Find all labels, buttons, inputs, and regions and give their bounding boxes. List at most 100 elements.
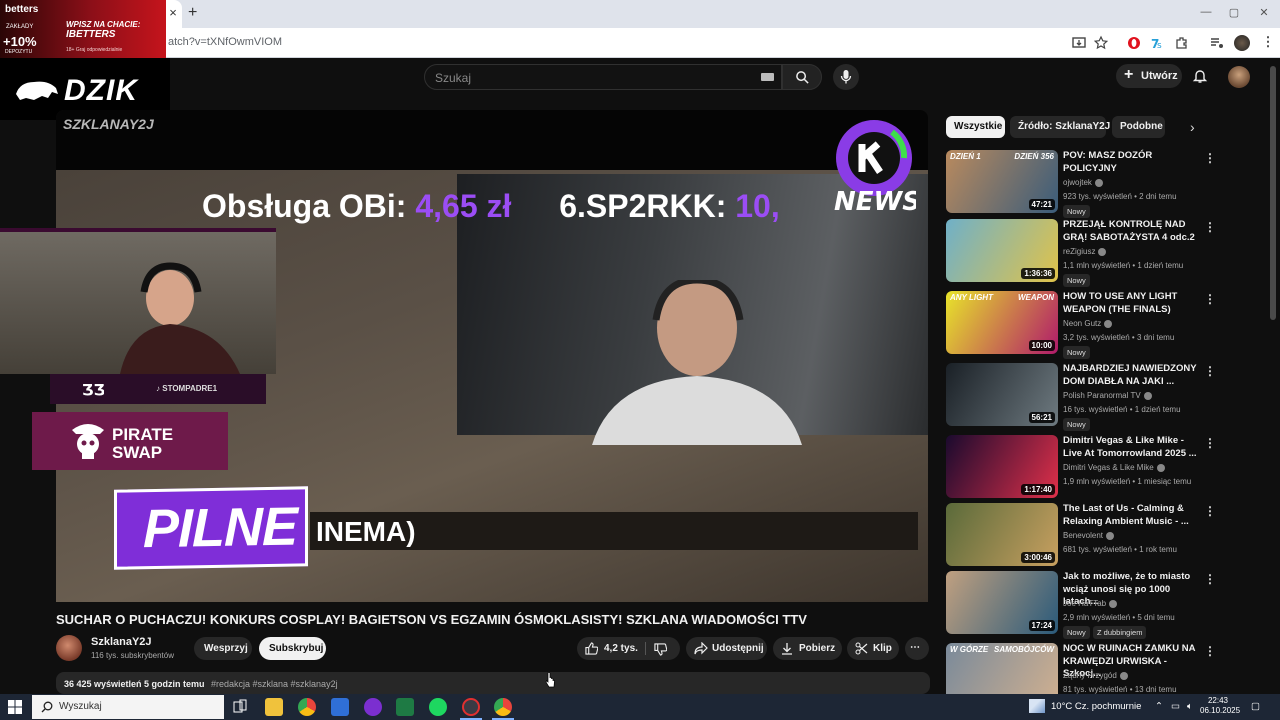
profile-avatar-icon[interactable]: [1234, 35, 1250, 51]
more-options-icon[interactable]: ⋮: [1204, 293, 1216, 307]
maximize-icon[interactable]: ▢: [1226, 6, 1242, 22]
like-count[interactable]: 4,2 tys.: [604, 643, 638, 654]
recommended-title[interactable]: NAJBARDZIEJ NAWIEDZONY DOM DIABŁA NA JAK…: [1063, 363, 1199, 388]
ad-brand: betters: [5, 4, 39, 15]
obs-icon[interactable]: [462, 698, 480, 716]
chrome-icon-2[interactable]: [494, 698, 512, 716]
taskbar-search-input[interactable]: Wyszukaj: [32, 695, 224, 719]
search-button[interactable]: [782, 64, 822, 90]
app-icon-green[interactable]: [396, 698, 414, 716]
more-options-icon[interactable]: ⋮: [1204, 573, 1216, 587]
chip-source[interactable]: Źródło: SzklanaY2J: [1010, 116, 1110, 138]
weather-icon[interactable]: [1029, 699, 1045, 713]
tray-chevron-icon[interactable]: ⌃: [1155, 701, 1163, 712]
recommended-channel[interactable]: Benevolent: [1063, 531, 1115, 540]
like-icon[interactable]: [585, 642, 598, 655]
video-thumbnail[interactable]: 56:21: [946, 363, 1058, 426]
minimize-icon[interactable]: —: [1198, 6, 1214, 22]
recommended-title[interactable]: HOW TO USE ANY LIGHT WEAPON (THE FINALS): [1063, 291, 1199, 316]
more-actions-button[interactable]: ⋯: [905, 637, 929, 660]
chevron-right-icon[interactable]: ›: [1190, 119, 1206, 135]
more-options-icon[interactable]: ⋮: [1204, 221, 1216, 235]
chip-related[interactable]: Podobne: [1112, 116, 1165, 138]
volume-icon[interactable]: 🔈︎: [1187, 701, 1193, 712]
extensions-puzzle-icon[interactable]: [1174, 35, 1190, 51]
channel-name[interactable]: SzklanaY2J: [91, 636, 152, 648]
recommended-video[interactable]: 17:24 Jak to możliwe, że to miasto wciąż …: [946, 571, 1226, 639]
windows-start-icon[interactable]: [8, 700, 22, 714]
recommended-channel-name: Żądny Przygód: [1063, 671, 1117, 680]
app-icon-blue[interactable]: [331, 698, 349, 716]
recommended-video[interactable]: DZIEŃ 1 DZIEŃ 356 47:21 POV: MASZ DOZÓR POL…: [946, 150, 1226, 218]
more-options-icon[interactable]: ⋮: [1204, 365, 1216, 379]
notifications-icon[interactable]: ▢: [1251, 701, 1260, 712]
video-thumbnail[interactable]: DZIEŃ 1 DZIEŃ 356 47:21: [946, 150, 1058, 213]
close-window-icon[interactable]: ✕: [1256, 6, 1272, 22]
chrome-icon[interactable]: [298, 698, 316, 716]
more-options-icon[interactable]: ⋮: [1204, 505, 1216, 519]
share-button[interactable]: Udostępnij: [686, 637, 767, 660]
task-view-icon[interactable]: [231, 698, 249, 716]
keyboard-icon[interactable]: [761, 73, 774, 81]
recommended-channel[interactable]: Dimitri Vegas & Like Mike: [1063, 463, 1165, 472]
hashtags[interactable]: #redakcja #szklana #szklanay2j: [211, 679, 338, 689]
support-button[interactable]: Wesprzyj: [194, 637, 252, 660]
chip-all[interactable]: Wszystkie: [946, 116, 1005, 138]
recommended-channel[interactable]: Neon Gutz: [1063, 319, 1113, 328]
tab-close-icon[interactable]: ×: [166, 6, 180, 20]
recommended-channel[interactable]: ojwojtek: [1063, 178, 1103, 187]
account-avatar[interactable]: [1228, 66, 1250, 88]
channel-avatar[interactable]: [56, 635, 82, 661]
discord-icon[interactable]: [364, 698, 382, 716]
recommended-channel[interactable]: reZigiusz: [1063, 247, 1107, 256]
recommended-channel[interactable]: Polish Paranormal TV: [1063, 391, 1152, 400]
clock[interactable]: 22:43 06.10.2025: [1200, 696, 1240, 716]
new-tab-icon[interactable]: +: [188, 5, 204, 21]
download-button[interactable]: Pobierz: [773, 637, 842, 660]
recommended-channel[interactable]: Joe HaTTab: [1063, 599, 1118, 608]
screen: × + — ▢ ✕ atch?v=tXNfOwmVIOM 7s ⋮ better…: [0, 0, 1280, 720]
recommended-title[interactable]: Dimitri Vegas & Like Mike - Live At Tomo…: [1063, 435, 1199, 460]
address-bar[interactable]: atch?v=tXNfOwmVIOM 7s ⋮: [0, 28, 1280, 58]
video-thumbnail[interactable]: 1:17:40: [946, 435, 1058, 498]
weather-text[interactable]: 10°C Cz. pochmurnie: [1051, 701, 1141, 712]
betters-ad-banner[interactable]: betters ZAKŁADY +10% DEPOZYTU WPISZ NA C…: [0, 0, 166, 58]
dislike-icon[interactable]: [654, 643, 667, 656]
subscribe-button[interactable]: Subskrybuj: [259, 637, 326, 660]
install-app-icon[interactable]: [1071, 35, 1087, 51]
recommended-video[interactable]: 3:00:46 The Last of Us - Calming & Relaxi…: [946, 503, 1226, 569]
more-options-icon[interactable]: ⋮: [1204, 645, 1216, 659]
description-box[interactable]: 36 425 wyświetleń 5 godzin temu #redakcj…: [56, 672, 930, 694]
more-options-icon[interactable]: ⋮: [1204, 152, 1216, 166]
opera-extension-icon[interactable]: [1126, 35, 1142, 51]
chip-label: Źródło: SzklanaY2J: [1018, 121, 1111, 132]
browser-menu-icon[interactable]: ⋮: [1260, 35, 1276, 51]
translate-extension-icon[interactable]: 7s: [1149, 35, 1165, 51]
recommended-channel[interactable]: Żądny Przygód: [1063, 671, 1128, 680]
search-input[interactable]: Szukaj: [424, 64, 782, 90]
video-thumbnail[interactable]: 3:00:46: [946, 503, 1058, 566]
recommended-video[interactable]: ANY LIGHT WEAPON 10:00 HOW TO USE ANY LIGHT…: [946, 291, 1226, 359]
media-control-icon[interactable]: [1209, 35, 1225, 51]
scrollbar-thumb[interactable]: [1270, 66, 1276, 320]
file-explorer-icon[interactable]: [265, 698, 283, 716]
recommended-title[interactable]: The Last of Us - Calming & Relaxing Ambi…: [1063, 503, 1199, 528]
recommended-video[interactable]: 1:17:40 Dimitri Vegas & Like Mike - Live …: [946, 435, 1226, 501]
url-text[interactable]: atch?v=tXNfOwmVIOM: [168, 36, 282, 48]
video-thumbnail[interactable]: ANY LIGHT WEAPON 10:00: [946, 291, 1058, 354]
ad-fine-print: 18+ Graj odpowiedzialnie: [66, 47, 123, 53]
create-button[interactable]: + Utwórz: [1116, 64, 1182, 88]
recommended-video[interactable]: 1:36:36 PRZEJĄŁ KONTROLĘ NAD GRĄ! SABOTAŻ…: [946, 219, 1226, 287]
video-thumbnail[interactable]: 1:36:36: [946, 219, 1058, 282]
video-thumbnail[interactable]: 17:24: [946, 571, 1058, 634]
recommended-title[interactable]: POV: MASZ DOZÓR POLICYJNY: [1063, 150, 1199, 175]
voice-search-button[interactable]: [833, 64, 859, 90]
network-icon[interactable]: ▭: [1171, 701, 1180, 712]
more-options-icon[interactable]: ⋮: [1204, 437, 1216, 451]
recommended-title[interactable]: PRZEJĄŁ KONTROLĘ NAD GRĄ! SABOTAŻYSTA 4 …: [1063, 219, 1199, 244]
bookmark-star-icon[interactable]: [1093, 35, 1109, 51]
notifications-bell-icon[interactable]: [1192, 68, 1208, 84]
spotify-icon[interactable]: [429, 698, 447, 716]
recommended-video[interactable]: 56:21 NAJBARDZIEJ NAWIEDZONY DOM DIABŁA N…: [946, 363, 1226, 431]
clip-button[interactable]: Klip: [847, 637, 899, 660]
